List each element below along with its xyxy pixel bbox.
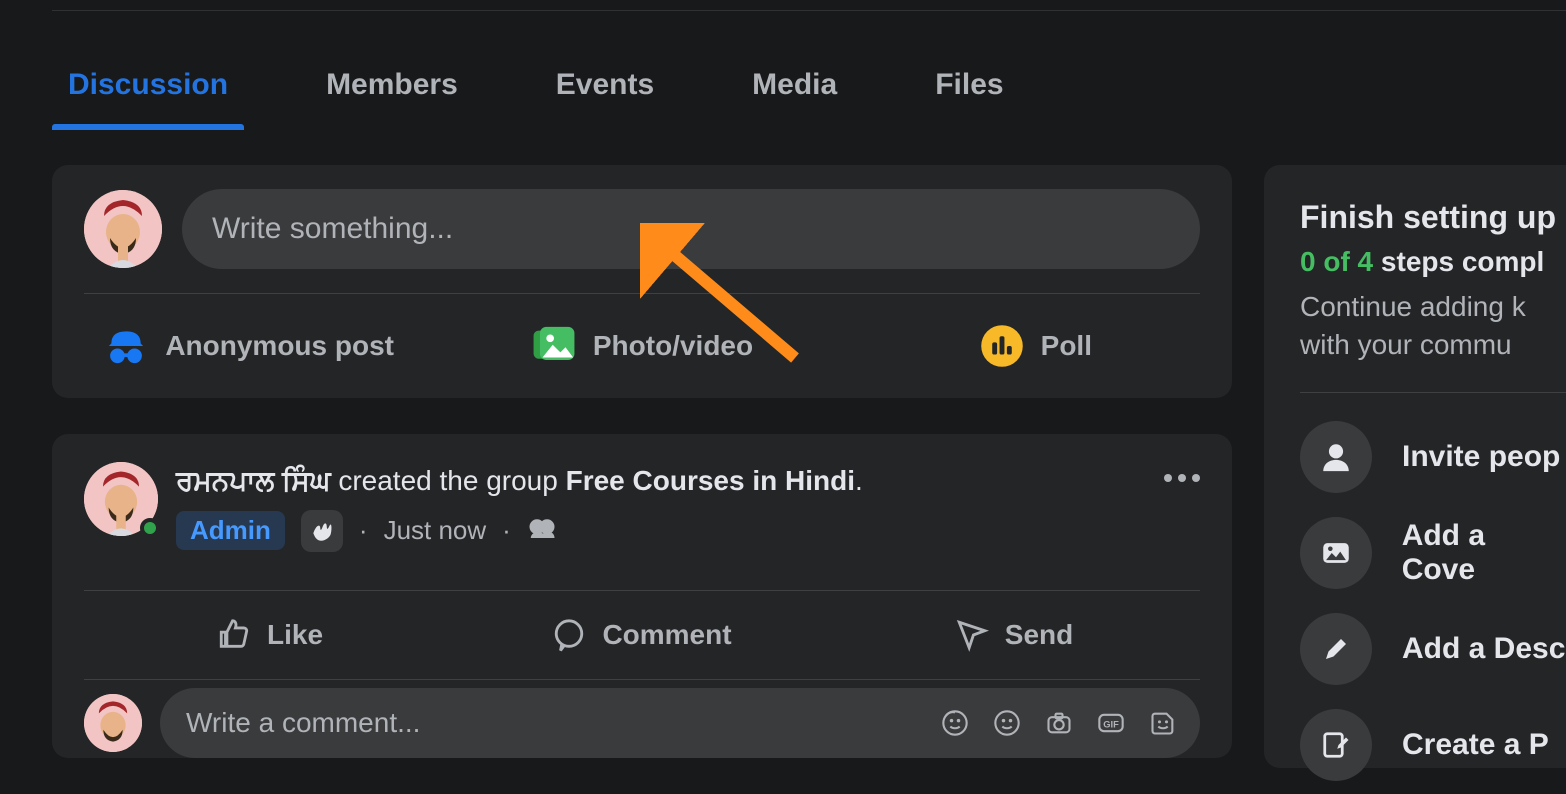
setup-steps-text: 0 of 4 steps compl: [1300, 246, 1566, 278]
setup-title: Finish setting up: [1300, 199, 1566, 236]
setup-desc-line: with your commu: [1300, 329, 1512, 360]
group-tabs: Discussion Members Events Media Files: [52, 40, 1020, 130]
comment-row: Write a comment... GIF: [52, 680, 1232, 758]
photo-video-button[interactable]: Photo/video: [445, 308, 838, 384]
setup-item-invite[interactable]: Invite peop: [1300, 409, 1566, 505]
post-actions: Like Comment Send: [52, 591, 1232, 679]
setup-description: Continue adding k with your commu: [1300, 288, 1566, 364]
send-label: Send: [1005, 619, 1073, 651]
anonymous-post-button[interactable]: Anonymous post: [52, 308, 445, 384]
emoji-icon[interactable]: [992, 708, 1022, 738]
tab-media[interactable]: Media: [736, 40, 853, 130]
avatar-illustration: [84, 694, 142, 752]
new-member-wave-icon[interactable]: [301, 510, 343, 552]
send-icon: [955, 618, 989, 652]
setup-item-create[interactable]: Create a P: [1300, 697, 1566, 793]
admin-badge[interactable]: Admin: [176, 511, 285, 550]
photo-video-label: Photo/video: [593, 330, 753, 362]
create-label: Create a P: [1402, 728, 1549, 762]
pencil-icon: [1300, 613, 1372, 685]
post-headline-block: ਰਮਨਪਾਲ ਸਿੰਘ created the group Free Cours…: [176, 462, 863, 552]
compose-top: Write something...: [52, 165, 1232, 293]
avatar-illustration: [84, 190, 162, 268]
send-button[interactable]: Send: [828, 599, 1200, 671]
setup-desc-line: Continue adding k: [1300, 291, 1526, 322]
post-created-text: created the group: [331, 465, 566, 496]
dot-icon: [1192, 474, 1200, 482]
user-avatar[interactable]: [84, 190, 162, 268]
post-meta: Admin · Just now ·: [176, 510, 863, 552]
privacy-group-icon[interactable]: [527, 513, 557, 548]
cover-photo-icon: [1300, 517, 1372, 589]
like-label: Like: [267, 619, 323, 651]
top-divider: [52, 10, 1566, 11]
online-status-dot: [140, 518, 160, 538]
comment-tools: GIF: [940, 708, 1178, 738]
steps-rest: steps compl: [1373, 246, 1544, 277]
post-author-name[interactable]: ਰਮਨਪਾਲ ਸਿੰਘ: [176, 465, 331, 496]
setup-panel: Finish setting up 0 of 4 steps compl Con…: [1264, 165, 1566, 768]
tab-discussion[interactable]: Discussion: [52, 40, 244, 130]
edit-post-icon: [1300, 709, 1372, 781]
compose-placeholder: Write something...: [212, 212, 453, 246]
comment-label: Comment: [602, 619, 731, 651]
meta-separator: ·: [359, 515, 368, 546]
setup-item-description[interactable]: Add a Desc: [1300, 601, 1566, 697]
post-menu-button[interactable]: [1164, 474, 1200, 482]
gif-icon[interactable]: GIF: [1096, 708, 1126, 738]
invite-icon: [1300, 421, 1372, 493]
anonymous-post-label: Anonymous post: [165, 330, 394, 362]
post-header: ਰਮਨਪਾਲ ਸਿੰਘ created the group Free Cours…: [52, 434, 1232, 564]
post-card: ਰਮਨਪਾਲ ਸਿੰਘ created the group Free Cours…: [52, 434, 1232, 758]
cover-label: Add a Cove: [1402, 519, 1566, 587]
setup-item-cover[interactable]: Add a Cove: [1300, 505, 1566, 601]
post-author-avatar[interactable]: [84, 462, 158, 536]
post-group-name[interactable]: Free Courses in Hindi: [566, 465, 855, 496]
poll-label: Poll: [1041, 330, 1092, 362]
photo-icon: [531, 323, 577, 369]
compose-input[interactable]: Write something...: [182, 189, 1200, 269]
comment-placeholder: Write a comment...: [186, 707, 420, 739]
invite-label: Invite peop: [1402, 440, 1560, 474]
like-icon: [217, 618, 251, 652]
commenter-avatar[interactable]: [84, 694, 142, 752]
tab-files[interactable]: Files: [919, 40, 1019, 130]
dot-icon: [1164, 474, 1172, 482]
post-period: .: [855, 465, 863, 496]
description-label: Add a Desc: [1402, 632, 1565, 666]
poll-icon: [979, 323, 1025, 369]
compose-actions: Anonymous post Photo/video Poll: [52, 294, 1232, 398]
steps-count: 0 of 4: [1300, 246, 1373, 277]
meta-separator: ·: [502, 515, 511, 546]
post-headline: ਰਮਨਪਾਲ ਸਿੰਘ created the group Free Cours…: [176, 462, 863, 500]
dot-icon: [1178, 474, 1186, 482]
tab-events[interactable]: Events: [540, 40, 670, 130]
tab-members[interactable]: Members: [310, 40, 474, 130]
avatar-sticker-icon[interactable]: [940, 708, 970, 738]
poll-button[interactable]: Poll: [839, 308, 1232, 384]
sticker-icon[interactable]: [1148, 708, 1178, 738]
like-button[interactable]: Like: [84, 599, 456, 671]
comment-input[interactable]: Write a comment... GIF: [160, 688, 1200, 758]
compose-card: Write something... Anonymous post Photo/…: [52, 165, 1232, 398]
svg-text:GIF: GIF: [1103, 719, 1119, 729]
post-time[interactable]: Just now: [384, 515, 487, 546]
comment-icon: [552, 618, 586, 652]
anonymous-icon: [103, 323, 149, 369]
camera-icon[interactable]: [1044, 708, 1074, 738]
setup-divider: [1300, 392, 1566, 393]
main-column: Write something... Anonymous post Photo/…: [52, 165, 1232, 794]
comment-button[interactable]: Comment: [456, 599, 828, 671]
